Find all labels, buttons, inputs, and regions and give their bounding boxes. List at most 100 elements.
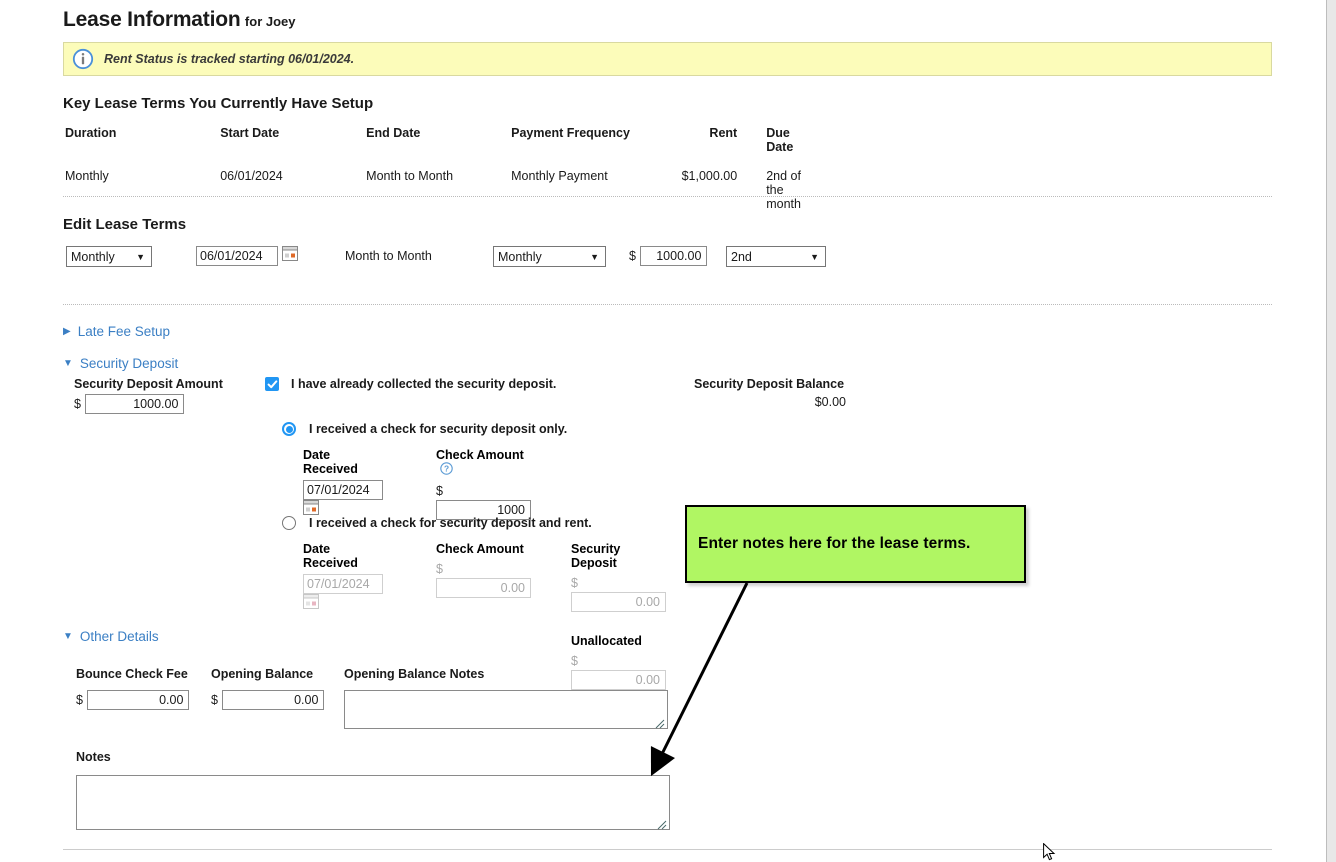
column-header-start-date: Start Date bbox=[220, 126, 364, 167]
date-received-label-2: Date Received bbox=[303, 542, 383, 570]
currency-symbol: $ bbox=[76, 693, 83, 707]
triangle-down-icon: ▼ bbox=[63, 632, 73, 642]
opening-balance-group: $ bbox=[211, 690, 324, 710]
currency-symbol: $ bbox=[436, 562, 443, 576]
opening-balance-notes-textarea[interactable] bbox=[344, 690, 668, 729]
radio-deposit-and-rent-row[interactable]: I received a check for security deposit … bbox=[282, 516, 592, 530]
rent-amount-group: $ bbox=[629, 246, 707, 266]
security-deposit-amount-label: Security Deposit Amount bbox=[74, 377, 223, 391]
column-header-duration: Duration bbox=[65, 126, 218, 167]
currency-symbol: $ bbox=[571, 654, 578, 668]
calendar-icon[interactable] bbox=[282, 248, 298, 265]
radio-unselected-icon[interactable] bbox=[282, 516, 296, 530]
opening-balance-label: Opening Balance bbox=[211, 667, 313, 681]
check-amount-label-group: Check Amount ? bbox=[436, 448, 531, 478]
table-row: Monthly 06/01/2024 Month to Month Monthl… bbox=[65, 169, 801, 211]
unallocated-label: Unallocated bbox=[571, 634, 666, 648]
page-content: Lease Information for Joey Rent Status i… bbox=[0, 0, 1327, 862]
cell-rent: $1,000.00 bbox=[679, 169, 737, 211]
check-amount-group: $ bbox=[436, 482, 531, 520]
date-received-group-2 bbox=[303, 574, 383, 614]
cell-duration: Monthly bbox=[65, 169, 218, 211]
bounce-check-fee-group: $ bbox=[76, 690, 189, 710]
security-deposit-balance-label: Security Deposit Balance bbox=[694, 377, 844, 391]
annotation-callout: Enter notes here for the lease terms. bbox=[685, 505, 1026, 583]
security-deposit-toggle[interactable]: ▼ Security Deposit bbox=[63, 356, 178, 371]
mouse-cursor-icon bbox=[1043, 843, 1057, 862]
opening-balance-input[interactable] bbox=[222, 690, 324, 710]
info-circle-icon bbox=[72, 48, 94, 70]
calendar-icon bbox=[303, 596, 319, 613]
duration-select[interactable]: Monthly Weekly Yearly Fixed Term bbox=[66, 246, 152, 267]
duration-select-wrap: Monthly Weekly Yearly Fixed Term ▼ bbox=[66, 246, 152, 267]
rent-status-banner-text: Rent Status is tracked starting 06/01/20… bbox=[104, 52, 354, 66]
table-header-row: Duration Start Date End Date Payment Fre… bbox=[65, 126, 801, 167]
start-date-group bbox=[196, 246, 298, 266]
key-lease-terms-table: Duration Start Date End Date Payment Fre… bbox=[63, 124, 803, 213]
edit-lease-terms-row: Monthly Weekly Yearly Fixed Term ▼ bbox=[63, 246, 863, 270]
deposit-collected-label: I have already collected the security de… bbox=[291, 377, 556, 391]
security-deposit-split-input bbox=[571, 592, 666, 612]
radio-deposit-only-label: I received a check for security deposit … bbox=[309, 422, 567, 436]
page-title-main: Lease Information bbox=[63, 8, 240, 31]
late-fee-setup-toggle[interactable]: ▶ Late Fee Setup bbox=[63, 324, 170, 339]
end-date-text: Month to Month bbox=[345, 249, 432, 263]
page-title-sub: for Joey bbox=[245, 14, 296, 29]
due-day-select-wrap: 2nd 1st 3rd 4th 5th ▼ bbox=[726, 246, 826, 267]
help-circle-icon[interactable]: ? bbox=[440, 462, 453, 478]
column-header-rent: Rent bbox=[679, 126, 737, 167]
cell-start-date: 06/01/2024 bbox=[220, 169, 364, 211]
date-received-label: Date Received bbox=[303, 448, 383, 476]
divider bbox=[63, 304, 1272, 305]
unallocated-input bbox=[571, 670, 666, 690]
start-date-input[interactable] bbox=[196, 246, 278, 266]
check-amount-group-2: $ bbox=[436, 560, 531, 598]
security-deposit-split-label: Security Deposit bbox=[571, 542, 666, 570]
date-received-input[interactable] bbox=[303, 480, 383, 500]
late-fee-setup-label: Late Fee Setup bbox=[78, 324, 170, 339]
radio-deposit-only-row[interactable]: I received a check for security deposit … bbox=[282, 422, 567, 436]
notes-label: Notes bbox=[76, 750, 111, 764]
other-details-label: Other Details bbox=[80, 629, 159, 644]
opening-balance-notes-wrap bbox=[344, 690, 668, 729]
checkbox-checked-icon[interactable] bbox=[265, 377, 279, 391]
column-header-payment-frequency: Payment Frequency bbox=[511, 126, 677, 167]
rent-status-banner: Rent Status is tracked starting 06/01/20… bbox=[63, 42, 1272, 76]
currency-symbol: $ bbox=[74, 397, 81, 411]
date-received-group bbox=[303, 480, 383, 520]
currency-symbol: $ bbox=[436, 484, 443, 498]
divider bbox=[63, 196, 1272, 197]
column-header-due-date: Due Date bbox=[739, 126, 801, 167]
cell-due-date: 2nd of the month bbox=[739, 169, 801, 211]
bounce-check-fee-label: Bounce Check Fee bbox=[76, 667, 188, 681]
radio-deposit-and-rent-label: I received a check for security deposit … bbox=[309, 516, 592, 530]
edit-lease-terms-heading: Edit Lease Terms bbox=[63, 216, 186, 233]
currency-symbol: $ bbox=[629, 249, 636, 263]
due-day-select[interactable]: 2nd 1st 3rd 4th 5th bbox=[726, 246, 826, 267]
payment-frequency-select[interactable]: Monthly Weekly Bi-Weekly bbox=[493, 246, 606, 267]
triangle-down-icon: ▼ bbox=[63, 359, 73, 369]
svg-text:?: ? bbox=[444, 464, 449, 474]
security-deposit-amount-input[interactable] bbox=[85, 394, 184, 414]
column-header-end-date: End Date bbox=[366, 126, 509, 167]
notes-textarea[interactable] bbox=[76, 775, 670, 830]
security-deposit-amount-group: $ bbox=[74, 394, 184, 414]
deposit-collected-checkbox-row[interactable]: I have already collected the security de… bbox=[265, 377, 556, 391]
other-details-toggle[interactable]: ▼ Other Details bbox=[63, 629, 159, 644]
rent-amount-input[interactable] bbox=[640, 246, 707, 266]
check-amount-input-2 bbox=[436, 578, 531, 598]
page-title: Lease Information for Joey bbox=[63, 8, 296, 32]
date-received-input-2 bbox=[303, 574, 383, 594]
notes-wrap bbox=[76, 775, 670, 830]
cell-end-date: Month to Month bbox=[366, 169, 509, 211]
unallocated-group: $ bbox=[571, 652, 666, 690]
check-amount-label-2: Check Amount bbox=[436, 542, 531, 556]
security-deposit-split-group: $ bbox=[571, 574, 666, 612]
triangle-right-icon: ▶ bbox=[63, 327, 71, 337]
opening-balance-notes-label: Opening Balance Notes bbox=[344, 667, 484, 681]
radio-selected-icon[interactable] bbox=[282, 422, 296, 436]
bounce-check-fee-input[interactable] bbox=[87, 690, 189, 710]
currency-symbol: $ bbox=[571, 576, 578, 590]
currency-symbol: $ bbox=[211, 693, 218, 707]
bottom-divider bbox=[63, 849, 1272, 850]
